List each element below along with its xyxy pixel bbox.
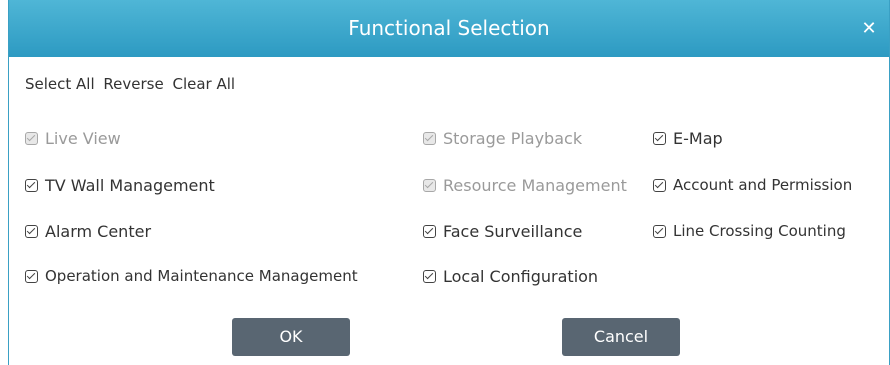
- clear-all-link[interactable]: Clear All: [173, 75, 236, 93]
- checkbox-icon[interactable]: [653, 178, 666, 192]
- option-label: Alarm Center: [45, 221, 152, 241]
- functional-selection-dialog: Functional Selection ✕ Select All Revers…: [8, 0, 890, 365]
- option-label: Local Configuration: [443, 266, 599, 286]
- option-face-surveillance[interactable]: Face Surveillance: [423, 219, 582, 243]
- option-label: E-Map: [673, 128, 723, 148]
- checkbox-icon[interactable]: [423, 178, 436, 192]
- option-tv-wall-management[interactable]: TV Wall Management: [25, 173, 215, 197]
- checkbox-icon[interactable]: [25, 178, 38, 192]
- option-alarm-center[interactable]: Alarm Center: [25, 219, 151, 243]
- ok-button[interactable]: OK: [232, 318, 350, 356]
- checkbox-icon[interactable]: [423, 131, 436, 145]
- option-live-view[interactable]: Live View: [25, 126, 121, 150]
- checkbox-icon[interactable]: [25, 224, 38, 238]
- option-operation-and-maintenance-management[interactable]: Operation and Maintenance Management: [25, 264, 358, 288]
- option-label: TV Wall Management: [45, 175, 215, 195]
- cancel-button[interactable]: Cancel: [562, 318, 680, 356]
- option-resource-management[interactable]: Resource Management: [423, 173, 627, 197]
- option-account-and-permission[interactable]: Account and Permission: [653, 173, 852, 197]
- option-label: Account and Permission: [673, 176, 853, 194]
- checkbox-icon[interactable]: [423, 224, 436, 238]
- option-label: Storage Playback: [443, 128, 583, 148]
- option-label: Line Crossing Counting: [673, 222, 846, 240]
- dialog-title: Functional Selection: [348, 16, 550, 40]
- reverse-link[interactable]: Reverse: [103, 75, 163, 93]
- option-label: Face Surveillance: [443, 221, 583, 241]
- option-e-map[interactable]: E-Map: [653, 126, 723, 150]
- selection-toolbar: Select All Reverse Clear All: [25, 70, 239, 98]
- checkbox-icon[interactable]: [653, 131, 666, 145]
- checkbox-icon[interactable]: [25, 269, 38, 283]
- close-icon[interactable]: ✕: [859, 0, 879, 57]
- checkbox-icon[interactable]: [25, 131, 38, 145]
- option-label: Live View: [45, 128, 121, 148]
- checkbox-icon[interactable]: [653, 224, 666, 238]
- option-line-crossing-counting[interactable]: Line Crossing Counting: [653, 219, 846, 243]
- option-label: Resource Management: [443, 175, 627, 195]
- checkbox-icon[interactable]: [423, 269, 436, 283]
- option-storage-playback[interactable]: Storage Playback: [423, 126, 582, 150]
- title-bar: Functional Selection ✕: [9, 0, 889, 57]
- option-label: Operation and Maintenance Management: [45, 267, 358, 285]
- option-local-configuration[interactable]: Local Configuration: [423, 264, 598, 288]
- select-all-link[interactable]: Select All: [25, 75, 95, 93]
